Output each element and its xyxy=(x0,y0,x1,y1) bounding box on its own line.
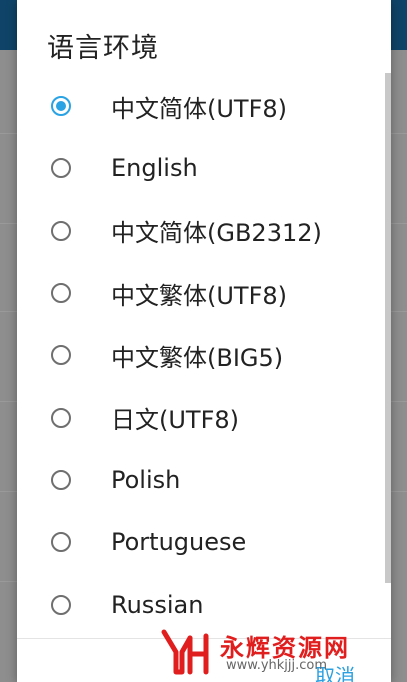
language-option[interactable]: 中文繁体(UTF8) xyxy=(17,262,377,324)
language-options-list: 中文简体(UTF8) English 中文简体(GB2312) 中文繁体(UTF8) 中… xyxy=(17,75,377,636)
language-option-label: 中文简体(GB2312) xyxy=(111,219,322,248)
language-option[interactable]: Polish xyxy=(17,449,377,511)
language-option-label: 中文繁体(UTF8) xyxy=(111,281,288,310)
divider xyxy=(0,223,18,224)
language-option[interactable]: 中文繁体(BIG5) xyxy=(17,324,377,386)
divider xyxy=(0,401,18,402)
language-option-label: Polish xyxy=(111,465,181,494)
divider xyxy=(391,223,407,224)
radio-unchecked-icon[interactable] xyxy=(51,283,71,304)
radio-checked-icon[interactable] xyxy=(51,96,71,117)
dialog-title: 语言环境 xyxy=(47,33,159,64)
watermark-url: www.yhkjjj.com xyxy=(226,658,328,673)
radio-unchecked-icon[interactable] xyxy=(51,345,71,366)
language-option[interactable]: English xyxy=(17,137,377,199)
radio-unchecked-icon[interactable] xyxy=(51,469,71,490)
radio-unchecked-icon[interactable] xyxy=(51,158,71,179)
radio-unchecked-icon[interactable] xyxy=(51,594,71,615)
divider xyxy=(391,491,407,492)
language-option-label: English xyxy=(111,154,198,183)
divider xyxy=(0,581,18,582)
language-option-label: 日文(UTF8) xyxy=(111,406,240,435)
language-option[interactable]: 日文(UTF8) xyxy=(17,386,377,448)
divider xyxy=(0,491,18,492)
divider xyxy=(391,401,407,402)
language-option[interactable]: 中文简体(UTF8) xyxy=(17,75,377,137)
radio-unchecked-icon[interactable] xyxy=(51,532,71,553)
scrollbar[interactable] xyxy=(385,73,391,583)
divider xyxy=(0,133,18,134)
radio-unchecked-icon[interactable] xyxy=(51,220,71,241)
radio-unchecked-icon[interactable] xyxy=(51,407,71,428)
language-option[interactable]: 中文简体(GB2312) xyxy=(17,200,377,262)
language-option-label: Portuguese xyxy=(111,528,247,557)
watermark-logo-icon xyxy=(161,629,209,675)
divider xyxy=(391,133,407,134)
language-option-label: Russian xyxy=(111,590,204,619)
language-option-label: 中文繁体(BIG5) xyxy=(111,343,284,372)
language-option[interactable]: Portuguese xyxy=(17,511,377,573)
language-dialog: 语言环境 中文简体(UTF8) English 中文简体(GB2312) 中文繁体(U… xyxy=(17,0,391,682)
divider xyxy=(391,311,407,312)
watermark: 永辉资源网 www.yhkjjj.com xyxy=(160,624,400,682)
divider xyxy=(0,311,18,312)
language-option-label: 中文简体(UTF8) xyxy=(111,94,288,123)
